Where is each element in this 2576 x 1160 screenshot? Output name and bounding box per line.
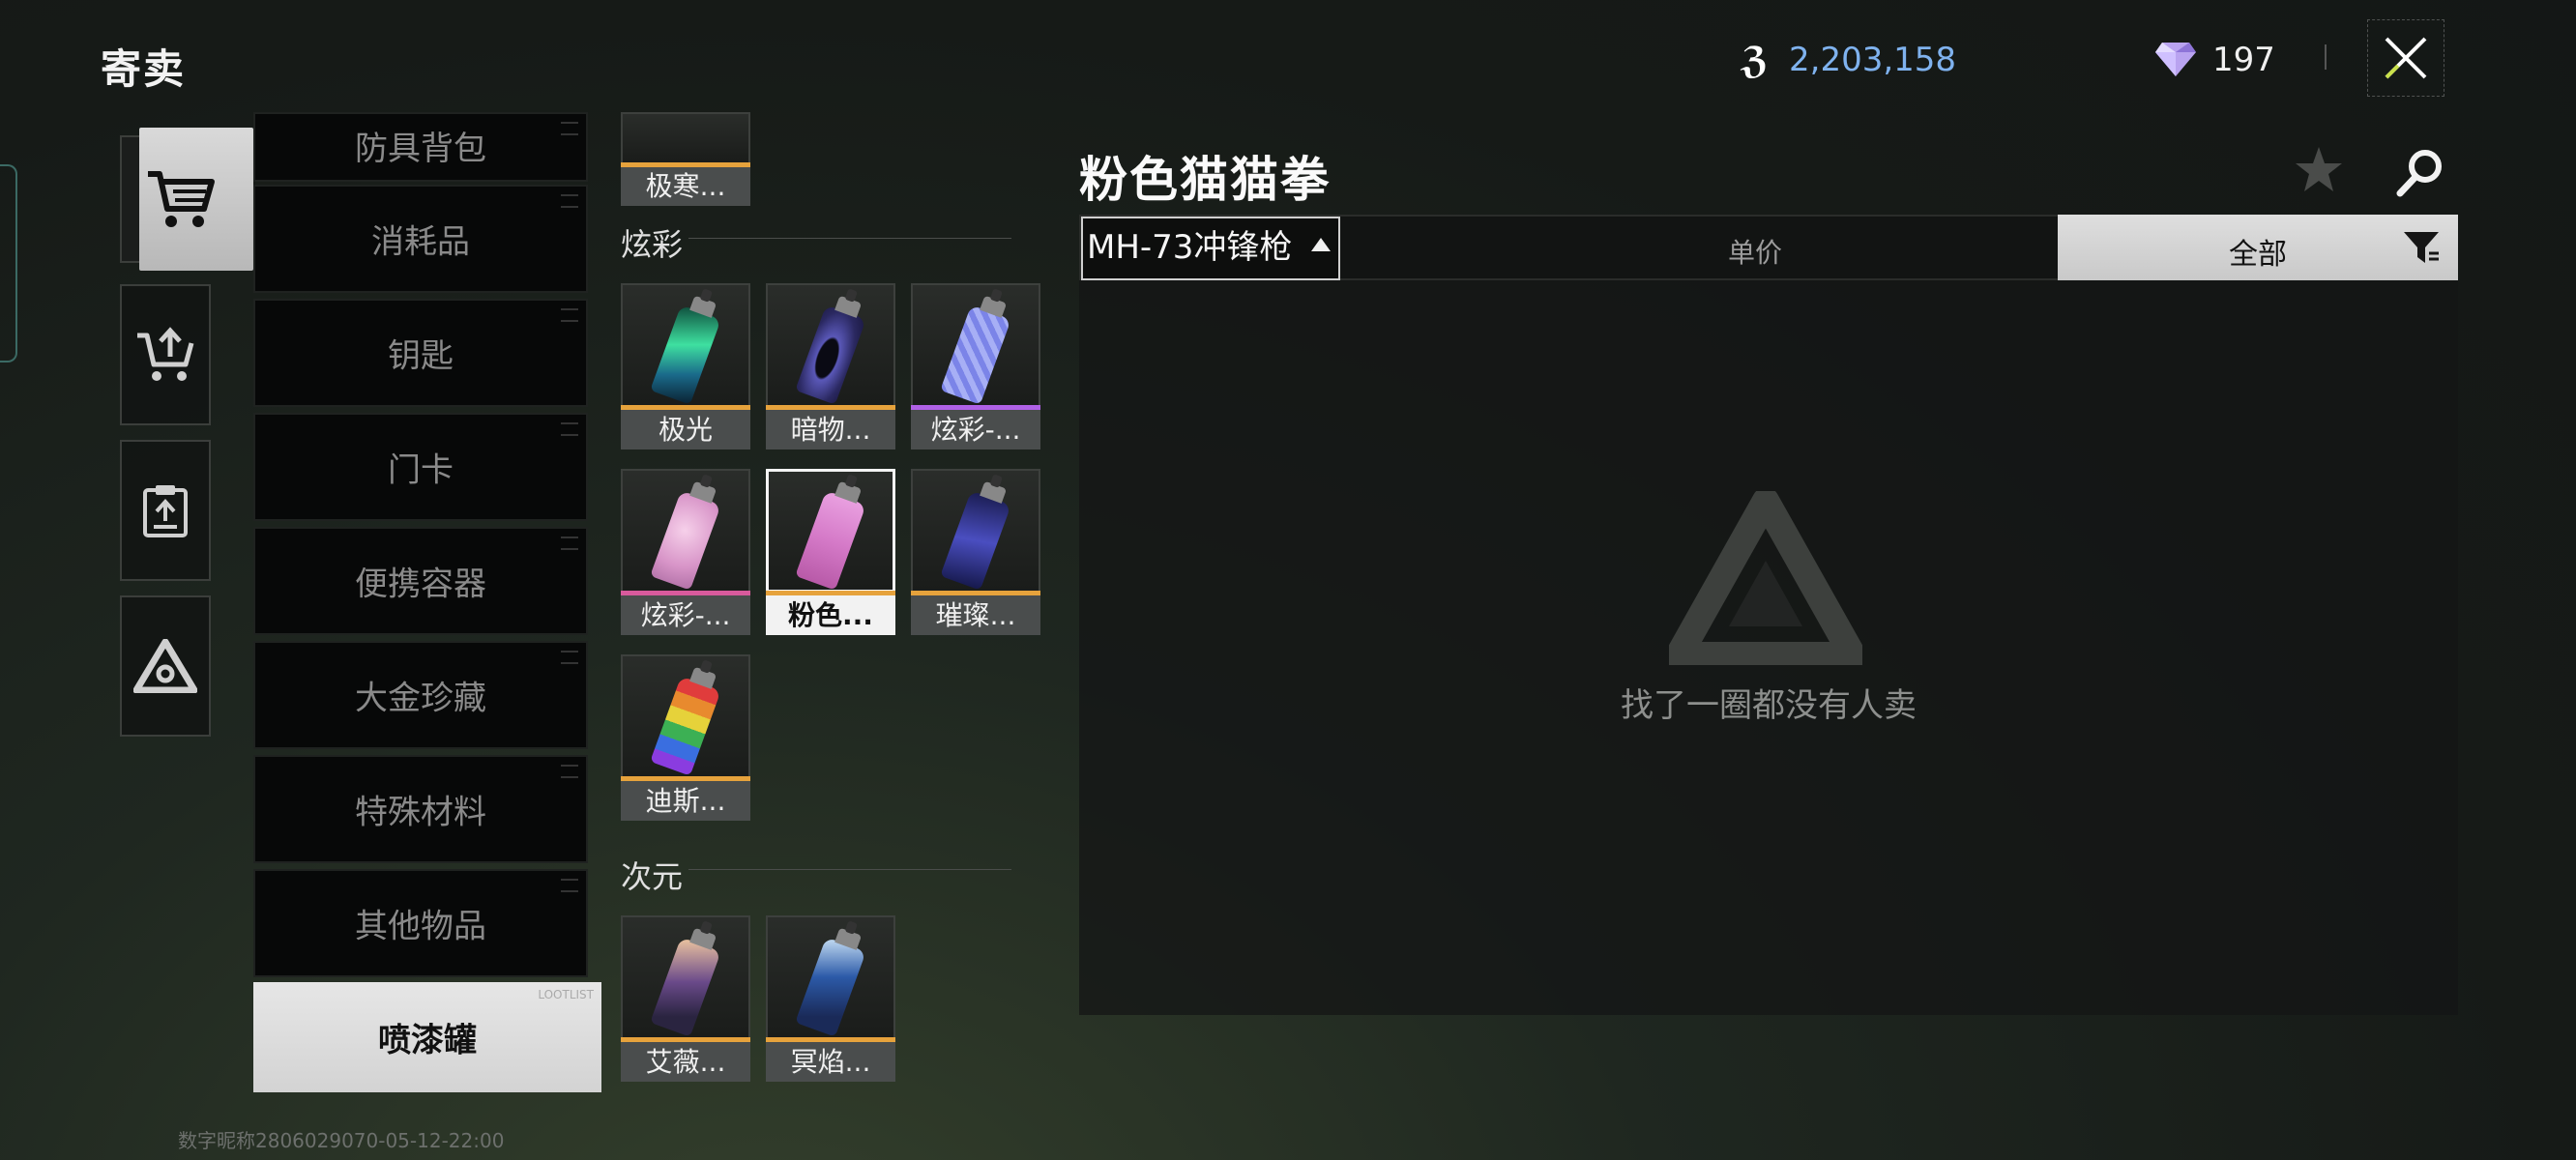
item-card[interactable]: 炫彩-... [911, 283, 1040, 450]
page-title: 寄卖 [101, 45, 187, 93]
filter-icon [2404, 232, 2439, 263]
category-spray-cans[interactable]: LOOTLIST 喷漆罐 [253, 982, 601, 1092]
item-card[interactable]: 极光 [621, 283, 750, 450]
category-consumables[interactable]: 消耗品 [253, 185, 588, 293]
currency-icon: ℨ [1741, 39, 1769, 81]
rail-buy-tab[interactable] [120, 128, 253, 271]
item-card[interactable]: 炫彩-... [621, 469, 750, 635]
filter-all-button[interactable]: 全部 [2058, 215, 2458, 280]
section-divider [688, 869, 1011, 870]
item-card[interactable]: 冥焰... [766, 915, 895, 1082]
close-button[interactable] [2367, 19, 2444, 97]
item-title: 粉色猫猫拳 [1079, 152, 1331, 208]
category-keys[interactable]: 钥匙 [253, 299, 588, 407]
item-card-selected[interactable]: 粉色... [766, 469, 895, 635]
category-containers[interactable]: 便携容器 [253, 527, 588, 635]
caret-up-icon [1311, 238, 1331, 251]
currency-balance: 2,203,158 [1789, 41, 1957, 79]
category-collectibles[interactable]: 大金珍藏 [253, 641, 588, 749]
filter-bar: MH-73冲锋枪 单价 全部 [1079, 215, 2458, 280]
item-card[interactable]: 迪斯... [621, 654, 750, 821]
empty-state-message: 找了一圈都没有人卖 [1621, 686, 1917, 725]
cart-upload-icon [137, 327, 194, 381]
rail-listings-tab[interactable] [120, 440, 211, 581]
clipboard-upload-icon [143, 485, 188, 537]
search-button[interactable] [2394, 147, 2446, 199]
weapon-filter-dropdown[interactable]: MH-73冲锋枪 [1081, 217, 1340, 280]
category-other-items[interactable]: 其他物品 [253, 869, 588, 977]
section-title-colorful: 炫彩 [621, 226, 684, 263]
search-icon [2396, 150, 2442, 197]
user-watermark: 数字昵称2806029070-05-12-22:00 [178, 1129, 505, 1152]
item-card[interactable]: 极寒... [621, 19, 750, 206]
category-special-materials[interactable]: 特殊材料 [253, 755, 588, 863]
rail-sell-tab[interactable] [120, 284, 211, 425]
category-armor-bag[interactable]: 防具背包 [253, 112, 588, 182]
item-card[interactable]: 暗物... [766, 283, 895, 450]
listing-results-panel: 找了一圈都没有人卖 [1079, 280, 2458, 1015]
section-divider [688, 238, 1011, 239]
close-icon [2385, 37, 2427, 79]
star-icon [2296, 147, 2342, 191]
delta-watermark-icon [1669, 491, 1862, 665]
rail-brand-tab[interactable] [120, 595, 211, 737]
section-title-dimension: 次元 [621, 858, 684, 895]
diamond-balance: 197 [2212, 41, 2275, 79]
category-keycards[interactable]: 门卡 [253, 413, 588, 521]
delta-logo-icon [133, 639, 197, 693]
item-card[interactable]: 璀璨... [911, 469, 1040, 635]
cart-icon [148, 171, 216, 227]
divider [2325, 44, 2327, 70]
side-accent [0, 164, 17, 362]
item-card[interactable]: 艾薇... [621, 915, 750, 1082]
diamond-icon [2154, 41, 2197, 77]
price-sort-button[interactable]: 单价 [1342, 217, 2168, 278]
favorite-button[interactable] [2294, 145, 2344, 195]
